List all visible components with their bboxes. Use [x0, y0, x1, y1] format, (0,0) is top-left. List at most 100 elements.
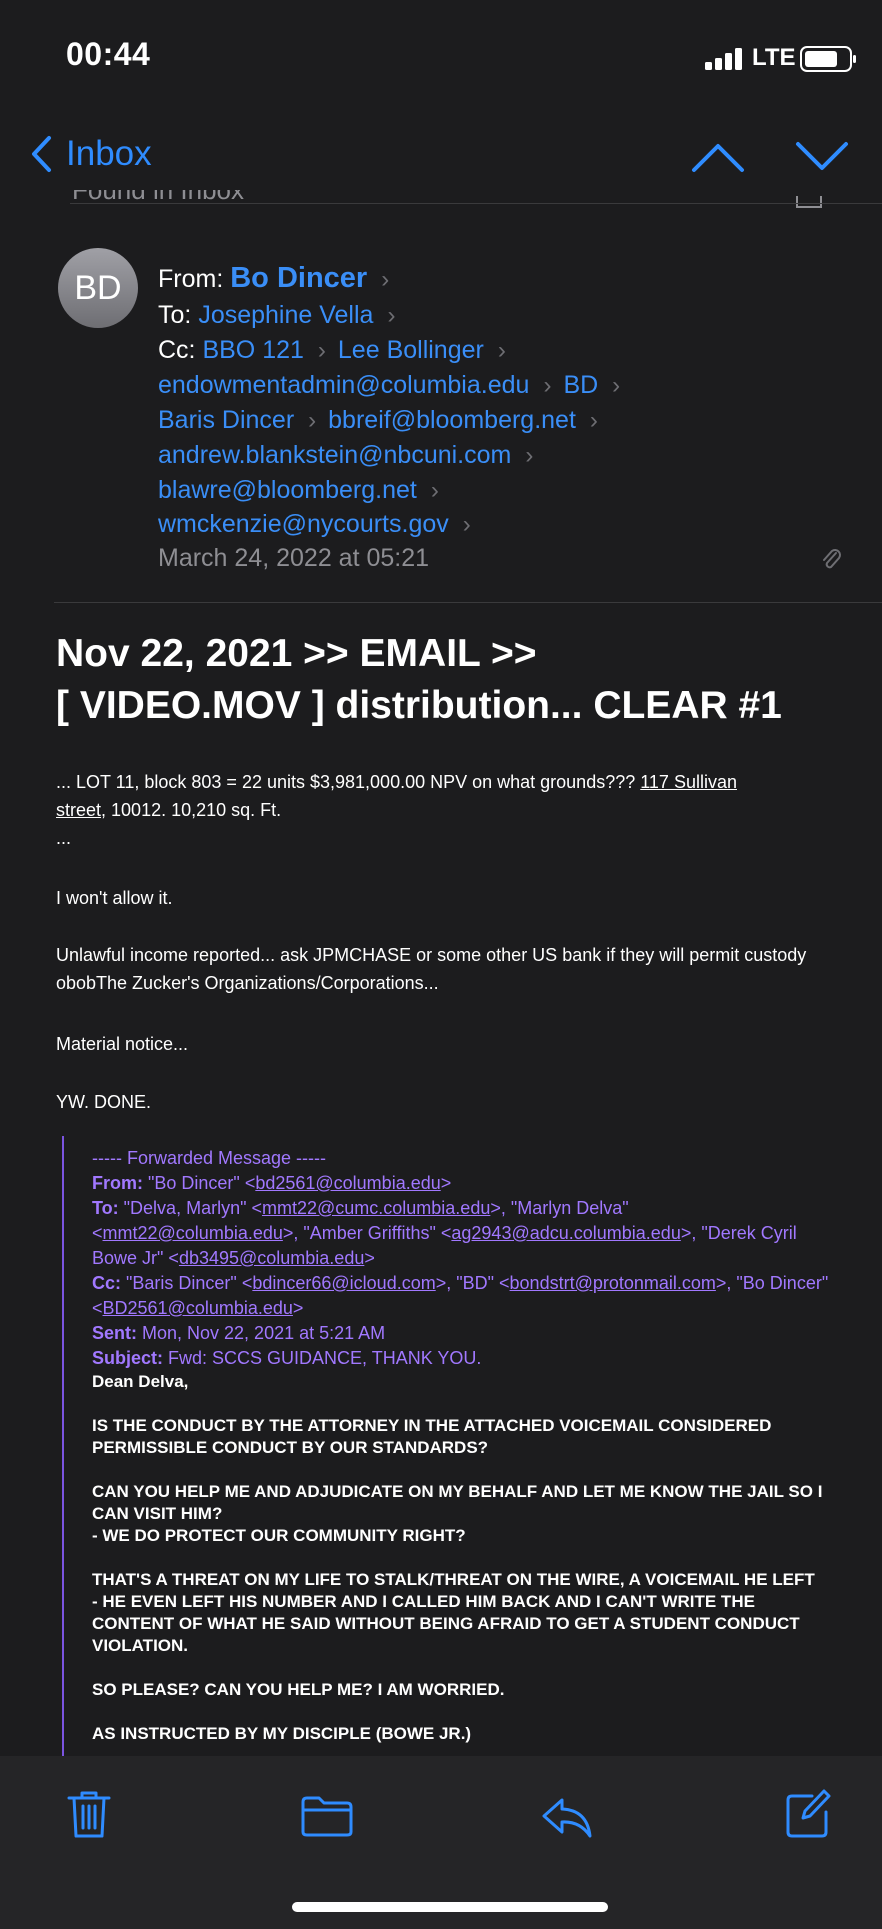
email-link[interactable]: bondstrt@protonmail.com	[510, 1273, 716, 1293]
cc-recipient[interactable]: endowmentadmin@columbia.edu	[158, 371, 529, 399]
field-label: Subject:	[92, 1348, 164, 1368]
forwarded-from: From: "Bo Dincer" <bd2561@columbia.edu>	[92, 1171, 832, 1196]
cc-recipient[interactable]: BBO 121	[202, 336, 303, 364]
signal-icon	[705, 48, 742, 70]
chevron-right-icon: ›	[497, 337, 506, 364]
body-paragraph: Material notice...	[56, 1034, 189, 1054]
field-text: >, "Amber Griffiths" <	[282, 1223, 452, 1243]
email-link[interactable]: mmt22@cumc.columbia.edu	[262, 1198, 490, 1218]
chevron-right-icon: ›	[543, 372, 552, 399]
field-label: From:	[92, 1173, 143, 1193]
cc-recipient[interactable]: bbreif@bloomberg.net	[328, 406, 576, 434]
message-subject: Nov 22, 2021 >> EMAIL >> [ VIDEO.MOV ] d…	[56, 628, 856, 732]
forwarded-body-text: SO PLEASE? CAN YOU HELP ME? I AM WORRIED…	[92, 1680, 505, 1699]
battery-icon	[800, 46, 856, 72]
forwarded-body-text: THAT'S A THREAT ON MY LIFE TO STALK/THRE…	[92, 1570, 815, 1589]
body-paragraph: ... LOT 11, block 803 = 22 units $3,981,…	[56, 768, 836, 852]
folder-icon[interactable]	[300, 1794, 354, 1838]
field-text: Mon, Nov 22, 2021 at 5:21 AM	[137, 1323, 386, 1343]
forwarded-message: ----- Forwarded Message ----- From: "Bo …	[92, 1146, 832, 1745]
next-message-button[interactable]	[794, 140, 850, 174]
cc-recipient[interactable]: Baris Dincer	[158, 406, 294, 434]
email-link[interactable]: bd2561@columbia.edu	[255, 1173, 440, 1193]
to-label: To:	[158, 301, 192, 329]
status-time: 00:44	[66, 36, 151, 72]
field-text: Fwd: SCCS GUIDANCE, THANK YOU.	[163, 1348, 482, 1368]
field-text: >	[440, 1173, 452, 1193]
back-to-inbox-button[interactable]: Inbox	[30, 134, 152, 174]
email-link[interactable]: db3495@columbia.edu	[179, 1248, 364, 1268]
from-line: From: Bo Dincer ›	[158, 262, 401, 295]
chevron-right-icon: ›	[612, 372, 621, 399]
body-paragraph: YW. DONE.	[56, 1092, 152, 1112]
tray-icon	[796, 196, 822, 208]
forwarded-sent: Sent: Mon, Nov 22, 2021 at 5:21 AM	[92, 1321, 832, 1346]
avatar[interactable]: BD	[58, 248, 138, 328]
forwarded-body-text: AS INSTRUCTED BY MY DISCIPLE (BOWE JR.)	[92, 1724, 472, 1743]
field-label: Cc:	[92, 1273, 122, 1293]
recipient-name[interactable]: Josephine Vella	[198, 301, 373, 329]
chevron-right-icon: ›	[387, 302, 396, 329]
field-text: >, "BD" <	[435, 1273, 510, 1293]
body-text: ...	[56, 828, 72, 848]
divider	[54, 602, 882, 603]
network-label: LTE	[752, 44, 796, 71]
forwarded-cc: Cc: "Baris Dincer" <bdincer66@icloud.com…	[92, 1271, 832, 1321]
quote-bar	[62, 1136, 64, 1756]
email-link[interactable]: BD2561@columbia.edu	[103, 1298, 293, 1318]
field-text: "Delva, Marlyn" <	[118, 1198, 262, 1218]
body-text: , 10012. 10,210 sq. Ft.	[101, 800, 282, 820]
cc-recipient[interactable]: andrew.blankstein@nbcuni.com	[158, 441, 511, 469]
cc-line: blawre@bloomberg.net ›	[158, 476, 451, 505]
chevron-right-icon: ›	[462, 511, 471, 538]
forwarded-body-text: - HE EVEN LEFT HIS NUMBER AND I CALLED H…	[92, 1592, 800, 1655]
cc-line: wmckenzie@nycourts.gov ›	[158, 510, 483, 539]
cc-recipient[interactable]: BD	[563, 371, 598, 399]
forwarded-heading: ----- Forwarded Message -----	[92, 1148, 327, 1168]
forwarded-body-text: IS THE CONDUCT BY THE ATTORNEY IN THE AT…	[92, 1416, 772, 1457]
subject-line: Nov 22, 2021 >> EMAIL >>	[56, 632, 537, 675]
cc-recipient[interactable]: Lee Bollinger	[338, 336, 484, 364]
cc-recipient[interactable]: blawre@bloomberg.net	[158, 476, 417, 504]
chevron-right-icon: ›	[317, 337, 326, 364]
email-link[interactable]: bdincer66@icloud.com	[252, 1273, 435, 1293]
subject-line: [ VIDEO.MOV ] distribution... CLEAR #1	[56, 684, 782, 727]
reply-icon[interactable]	[540, 1794, 594, 1840]
to-line: To: Josephine Vella ›	[158, 301, 407, 330]
field-text: >	[292, 1298, 304, 1318]
message-date: March 24, 2022 at 05:21	[158, 544, 430, 572]
chevron-right-icon: ›	[589, 407, 598, 434]
from-label: From:	[158, 265, 224, 293]
chevron-right-icon: ›	[525, 442, 534, 469]
cc-label: Cc:	[158, 336, 196, 364]
sender-name[interactable]: Bo Dincer	[230, 262, 367, 294]
home-indicator[interactable]	[292, 1902, 608, 1912]
email-link[interactable]: ag2943@adcu.columbia.edu	[451, 1223, 680, 1243]
address-link[interactable]: 117 Sullivan	[640, 772, 737, 792]
cc-line: Cc: BBO 121 › Lee Bollinger ›	[158, 336, 518, 365]
compose-icon[interactable]	[784, 1788, 832, 1838]
field-text: "Bo Dincer" <	[143, 1173, 256, 1193]
trash-icon[interactable]	[66, 1788, 112, 1840]
cc-line: endowmentadmin@columbia.edu › BD ›	[158, 371, 632, 400]
forwarded-body-text: CAN YOU HELP ME AND ADJUDICATE ON MY BEH…	[92, 1482, 823, 1523]
chevron-right-icon: ›	[430, 477, 439, 504]
field-label: To:	[92, 1198, 119, 1218]
body-text: ... LOT 11, block 803 = 22 units $3,981,…	[56, 772, 641, 792]
forwarded-greeting: Dean Delva,	[92, 1372, 189, 1391]
forwarded-subject: Subject: Fwd: SCCS GUIDANCE, THANK YOU.	[92, 1346, 832, 1371]
back-label: Inbox	[66, 134, 152, 173]
forwarded-body-text: - WE DO PROTECT OUR COMMUNITY RIGHT?	[92, 1526, 466, 1545]
body-paragraph: Unlawful income reported... ask JPMCHASE…	[56, 945, 807, 993]
previous-message-button[interactable]	[690, 140, 746, 174]
cc-line: Baris Dincer › bbreif@bloomberg.net ›	[158, 406, 610, 435]
cc-line: andrew.blankstein@nbcuni.com ›	[158, 441, 545, 470]
email-link[interactable]: mmt22@columbia.edu	[103, 1223, 283, 1243]
field-text: "Baris Dincer" <	[121, 1273, 253, 1293]
address-link[interactable]: street	[56, 800, 101, 820]
paperclip-icon	[823, 549, 841, 569]
field-text: >	[364, 1248, 375, 1268]
cc-recipient[interactable]: wmckenzie@nycourts.gov	[158, 510, 449, 538]
chevron-right-icon: ›	[308, 407, 317, 434]
body-paragraph: I won't allow it.	[56, 888, 173, 908]
